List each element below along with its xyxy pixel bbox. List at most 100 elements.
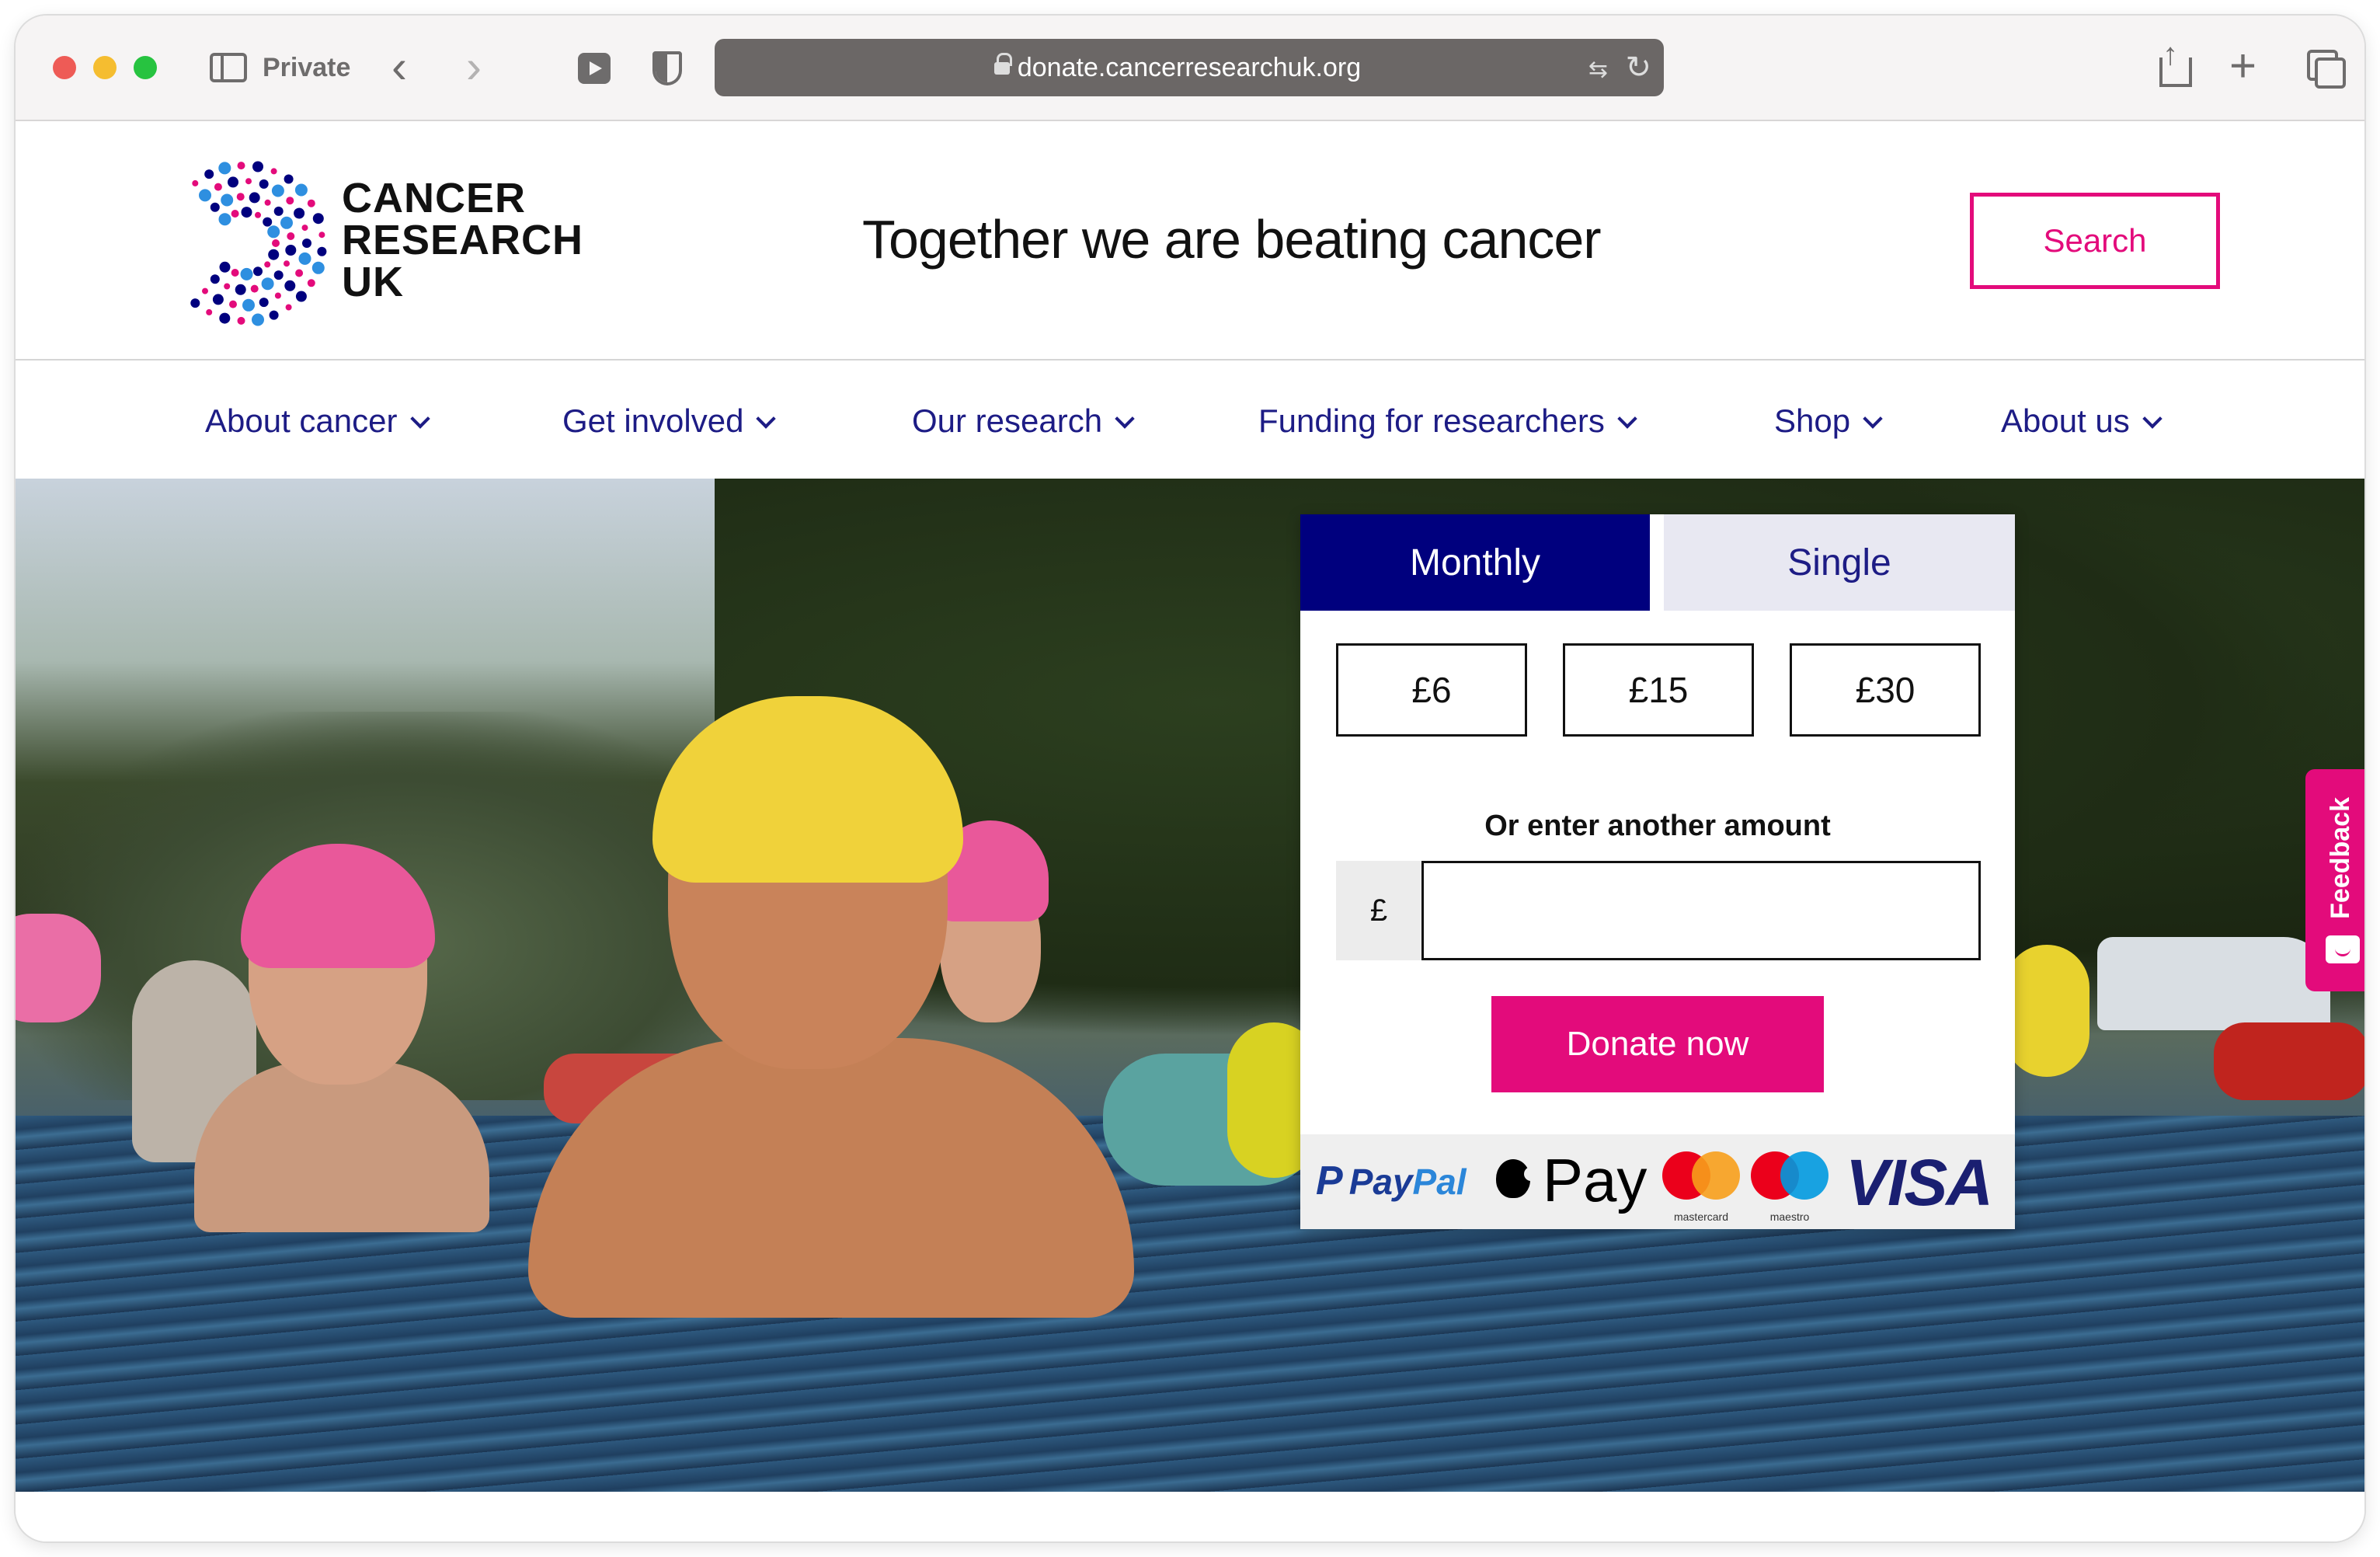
logo-dot [237, 162, 245, 170]
logo-dot [214, 183, 222, 191]
nav-item-label: About us [2001, 402, 2130, 439]
logo-dot [274, 292, 281, 299]
logo-text[interactable]: CANCER RESEARCH UK [342, 177, 583, 303]
maestro-label: maestro [1769, 1210, 1810, 1223]
logo-dot [235, 284, 246, 295]
logo-dot [311, 261, 325, 274]
logo-dot [192, 179, 199, 186]
page-footer-strip [16, 1492, 2364, 1541]
logo-dot [221, 193, 234, 207]
paypal-icon: P [1316, 1158, 1343, 1203]
logo-dot [252, 313, 264, 326]
search-button[interactable]: Search [1970, 193, 2220, 289]
apple-pay-label: Pay [1543, 1146, 1648, 1214]
chevron-down-icon [1617, 409, 1637, 429]
close-window-button[interactable] [53, 56, 76, 79]
browser-window: Private ‹ › donate.cancerresearchuk.org … [16, 16, 2364, 1541]
address-bar[interactable]: donate.cancerresearchuk.org ⇆ ↻ [715, 39, 1664, 96]
amount-option-button[interactable]: £15 [1563, 643, 1754, 737]
nav-item-label: Shop [1774, 402, 1851, 439]
nav-item-shop[interactable]: Shop [1774, 402, 1883, 440]
logo-dot [302, 239, 311, 248]
donate-now-button[interactable]: Donate now [1491, 996, 1824, 1092]
logo-dot [317, 246, 327, 256]
logo-dot [242, 298, 255, 312]
logo-dot [237, 316, 245, 325]
tab-monthly[interactable]: Monthly [1300, 514, 1650, 611]
logo-dot [285, 245, 297, 256]
logo-dot [263, 217, 273, 227]
nav-item-about-cancer[interactable]: About cancer [205, 402, 430, 440]
logo-dot [241, 207, 252, 218]
nav-item-label: About cancer [205, 402, 398, 439]
logo-dot [280, 216, 293, 229]
nav-item-about-us[interactable]: About us [2001, 402, 2163, 440]
logo-dot [295, 269, 304, 277]
zoom-window-button[interactable] [134, 56, 157, 79]
logo-line: UK [342, 259, 404, 305]
mastercard-logo: mastercard [1662, 1151, 1740, 1223]
logo-dot [270, 168, 277, 175]
custom-amount-input[interactable] [1421, 861, 1981, 960]
logo-dot [259, 179, 269, 189]
hero-image-swimmer [194, 844, 489, 1232]
logo-dot [294, 207, 305, 219]
new-tab-icon[interactable]: + [2229, 39, 2256, 92]
logo-dot [264, 199, 271, 206]
chevron-down-icon [1115, 409, 1135, 429]
logo-dot [307, 199, 315, 207]
logo-dot [206, 308, 213, 315]
logo-dot [284, 174, 294, 184]
donation-widget: Monthly Single £6 £15 £30 Or enter anoth… [1300, 514, 2015, 1229]
nav-item-label: Our research [912, 402, 1103, 439]
logo-dot [219, 312, 231, 324]
mastercard-label: mastercard [1673, 1210, 1729, 1223]
logo-dot [294, 183, 308, 197]
reload-icon[interactable]: ↻ [1625, 50, 1651, 85]
logo-dot [273, 270, 284, 280]
cruk-logo-icon[interactable] [155, 154, 334, 333]
logo-dot [268, 249, 280, 260]
url-text[interactable]: donate.cancerresearchuk.org [715, 53, 1664, 83]
logo-dot [284, 280, 296, 291]
feedback-label: Feedback [2326, 797, 2355, 919]
amount-option-button[interactable]: £30 [1790, 643, 1981, 737]
nav-item-our-research[interactable]: Our research [912, 402, 1135, 440]
hero-image-boat [2097, 937, 2330, 1030]
forward-arrow-icon[interactable]: › [466, 44, 482, 90]
visa-logo: VISA [1846, 1146, 1993, 1219]
logo-dot [295, 291, 307, 302]
logo-dot [269, 310, 279, 320]
logo-dot [249, 192, 260, 204]
hero-image-swimmer [16, 914, 101, 1116]
tab-overview-icon[interactable] [2307, 50, 2346, 89]
privacy-shield-icon[interactable] [652, 51, 682, 85]
back-arrow-icon[interactable]: ‹ [391, 44, 407, 90]
logo-dot [202, 287, 208, 294]
translate-icon[interactable]: ⇆ [1588, 56, 1608, 83]
logo-dot [219, 261, 231, 273]
logo-dot [264, 261, 271, 268]
chevron-down-icon [409, 409, 430, 429]
private-mode-label: Private [263, 53, 351, 82]
logo-dot [218, 162, 231, 175]
logo-dot [255, 211, 261, 218]
logo-dot [259, 298, 269, 308]
other-amount-label: Or enter another amount [1484, 810, 1831, 842]
logo-line: CANCER [342, 175, 527, 221]
tab-single[interactable]: Single [1664, 514, 2015, 611]
minimize-window-button[interactable] [93, 56, 117, 79]
logo-dot [218, 213, 231, 226]
logo-dot [318, 232, 325, 239]
media-extension-icon[interactable] [578, 53, 611, 84]
nav-item-get-involved[interactable]: Get involved [562, 402, 777, 440]
share-icon[interactable] [2156, 37, 2192, 87]
logo-dot [199, 189, 211, 202]
logo-dot [312, 213, 324, 225]
feedback-tab[interactable]: Feedback [2305, 769, 2364, 991]
nav-item-funding-for-researchers[interactable]: Funding for researchers [1258, 402, 1637, 440]
amount-option-button[interactable]: £6 [1336, 643, 1527, 737]
logo-dot [261, 277, 274, 291]
sidebar-icon[interactable] [210, 53, 247, 82]
hero-image-main-swimmer [497, 696, 1165, 1318]
